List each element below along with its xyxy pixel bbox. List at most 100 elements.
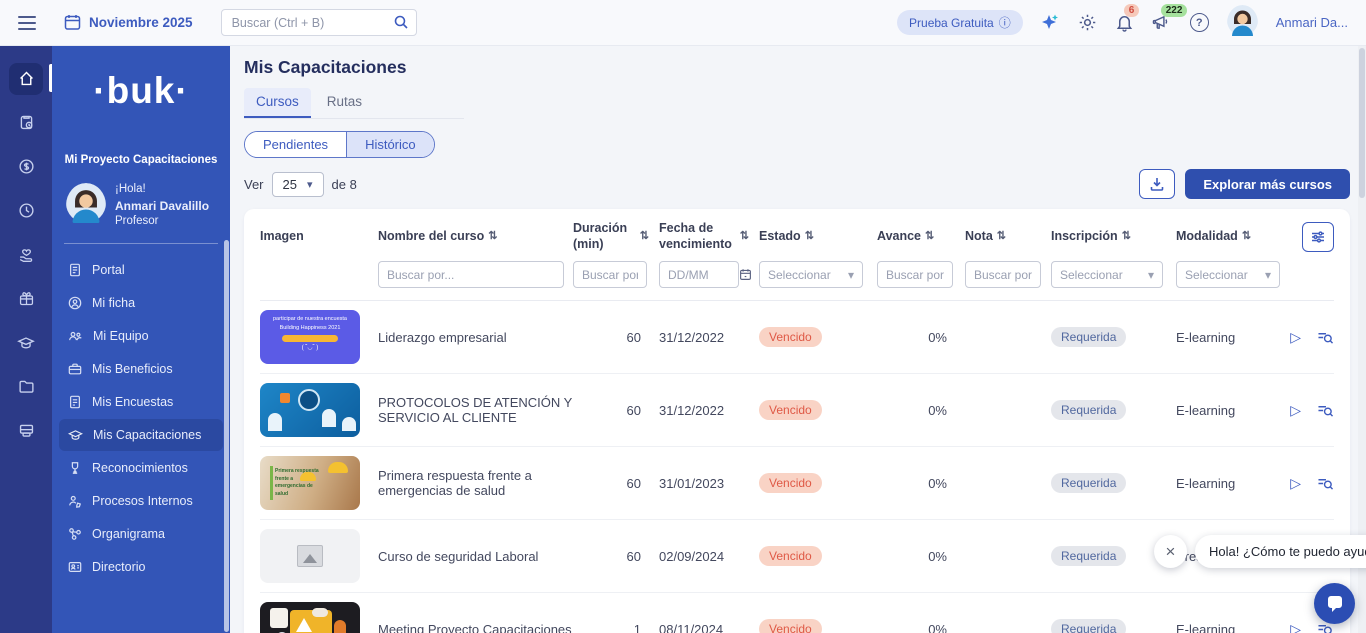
course-thumbnail bbox=[260, 383, 360, 437]
help-icon[interactable]: ? bbox=[1190, 13, 1209, 32]
sidebar-item-procesos-internos[interactable]: Procesos Internos bbox=[59, 485, 223, 517]
month-picker[interactable]: Noviembre 2025 bbox=[64, 14, 193, 31]
sidebar-item-label: Mis Encuestas bbox=[92, 395, 173, 409]
sidebar-item-mis-beneficios[interactable]: Mis Beneficios bbox=[59, 353, 223, 385]
chat-close-button[interactable]: × bbox=[1154, 535, 1187, 568]
course-details-button[interactable] bbox=[1317, 476, 1334, 491]
trial-badge[interactable]: Prueba Gratuita ⓘ bbox=[897, 10, 1023, 35]
toggle-historico[interactable]: Histórico bbox=[346, 132, 434, 157]
filter-inscripcion-select[interactable]: Seleccionar▾ bbox=[1051, 261, 1163, 288]
header-fecha[interactable]: Fecha de vencimiento⇅ bbox=[659, 221, 759, 252]
buk-logo: ·buk· bbox=[52, 70, 230, 112]
filter-fecha-input[interactable] bbox=[659, 261, 739, 288]
sort-icon[interactable]: ⇅ bbox=[740, 230, 749, 244]
sort-icon[interactable]: ⇅ bbox=[925, 230, 934, 244]
sidebar-item-directorio[interactable]: Directorio bbox=[59, 551, 223, 583]
sort-icon[interactable]: ⇅ bbox=[805, 230, 814, 244]
table-row: participar de nuestra encuesta Building … bbox=[260, 301, 1334, 374]
sidebar-item-mis-encuestas[interactable]: Mis Encuestas bbox=[59, 386, 223, 418]
rail-home-icon[interactable] bbox=[0, 60, 52, 97]
table-row: PROTOCOLOS DE ATENCIÓN Y SERVICIO AL CLI… bbox=[260, 374, 1334, 447]
sidebar-item-portal[interactable]: Portal bbox=[59, 254, 223, 286]
profile-block: ¡Hola! Anmari Davalillo Profesor bbox=[52, 166, 230, 241]
sidebar-item-organigrama[interactable]: Organigrama bbox=[59, 518, 223, 550]
enrollment-badge: Requerida bbox=[1051, 619, 1126, 633]
search-input[interactable] bbox=[221, 9, 417, 36]
toggle-pendientes[interactable]: Pendientes bbox=[245, 132, 346, 157]
rail-rewards-icon[interactable] bbox=[0, 280, 52, 317]
page-size-select[interactable]: 25 ▾ bbox=[272, 172, 324, 197]
sort-icon[interactable]: ⇅ bbox=[1242, 230, 1251, 244]
header-nombre[interactable]: Nombre del curso⇅ bbox=[378, 229, 573, 245]
status-badge: Vencido bbox=[759, 619, 822, 633]
menu-icon[interactable] bbox=[18, 16, 36, 30]
course-name: Meeting Proyecto Capacitaciones bbox=[378, 622, 573, 633]
chevron-down-icon: ▾ bbox=[1265, 268, 1271, 282]
rail-benefits-icon[interactable] bbox=[0, 236, 52, 273]
play-course-button[interactable]: ▷ bbox=[1290, 621, 1301, 633]
chevron-down-icon: ▾ bbox=[848, 268, 854, 282]
rail-training-icon[interactable] bbox=[0, 324, 52, 361]
document-icon bbox=[68, 263, 82, 277]
announcements-megaphone-icon[interactable]: 222 bbox=[1152, 13, 1172, 32]
filter-nombre-input[interactable] bbox=[378, 261, 564, 288]
calendar-icon bbox=[64, 14, 81, 31]
course-details-button[interactable] bbox=[1317, 330, 1334, 345]
rail-tasks-icon[interactable] bbox=[0, 104, 52, 141]
sidebar-item-mis-capacitaciones[interactable]: Mis Capacitaciones bbox=[59, 419, 223, 451]
filter-nota-input[interactable] bbox=[965, 261, 1041, 288]
ai-sparkle-icon[interactable] bbox=[1041, 13, 1060, 32]
explore-courses-button[interactable]: Explorar más cursos bbox=[1185, 169, 1350, 199]
user-avatar[interactable] bbox=[1227, 5, 1258, 41]
rail-payroll-icon[interactable] bbox=[0, 148, 52, 185]
course-details-button[interactable] bbox=[1317, 403, 1334, 418]
header-duracion[interactable]: Duración (min)⇅ bbox=[573, 221, 659, 252]
play-course-button[interactable]: ▷ bbox=[1290, 402, 1301, 419]
rail-assets-icon[interactable] bbox=[0, 412, 52, 449]
divider bbox=[64, 243, 218, 244]
header-nota[interactable]: Nota⇅ bbox=[965, 229, 1051, 245]
gear-icon[interactable] bbox=[1078, 13, 1097, 32]
play-course-button[interactable]: ▷ bbox=[1290, 475, 1301, 492]
sidebar-item-mi-equipo[interactable]: Mi Equipo bbox=[59, 320, 223, 352]
sort-icon[interactable]: ⇅ bbox=[997, 230, 1006, 244]
user-name[interactable]: Anmari Da... bbox=[1276, 15, 1348, 30]
filter-avance-input[interactable] bbox=[877, 261, 953, 288]
chat-launcher-button[interactable] bbox=[1314, 583, 1355, 624]
sort-icon[interactable]: ⇅ bbox=[488, 230, 497, 244]
enrollment-badge: Requerida bbox=[1051, 400, 1126, 420]
download-button[interactable] bbox=[1139, 169, 1175, 199]
status-badge: Vencido bbox=[759, 400, 822, 420]
course-thumbnail-placeholder bbox=[260, 529, 360, 583]
sort-icon[interactable]: ⇅ bbox=[640, 230, 649, 244]
filter-estado-select[interactable]: Seleccionar▾ bbox=[759, 261, 863, 288]
header-inscripcion[interactable]: Inscripción⇅ bbox=[1051, 229, 1176, 245]
sidebar-item-mi-ficha[interactable]: Mi ficha bbox=[59, 287, 223, 319]
rail-documents-icon[interactable] bbox=[0, 368, 52, 405]
filter-modalidad-select[interactable]: Seleccionar▾ bbox=[1176, 261, 1280, 288]
column-settings-button[interactable] bbox=[1302, 222, 1334, 252]
sidebar-scrollbar[interactable] bbox=[224, 240, 229, 632]
tab-cursos[interactable]: Cursos bbox=[244, 88, 311, 118]
graduation-cap-icon bbox=[68, 428, 83, 442]
notifications-bell-icon[interactable]: 6 bbox=[1115, 13, 1134, 32]
sort-icon[interactable]: ⇅ bbox=[1122, 230, 1131, 244]
search-icon[interactable] bbox=[393, 14, 409, 30]
calendar-icon[interactable] bbox=[739, 268, 752, 281]
rail-time-icon[interactable] bbox=[0, 192, 52, 229]
page-title: Mis Capacitaciones bbox=[244, 57, 1350, 78]
sidebar-item-label: Reconocimientos bbox=[92, 461, 188, 475]
header-estado[interactable]: Estado⇅ bbox=[759, 229, 877, 245]
table-header-row: Imagen Nombre del curso⇅ Duración (min)⇅… bbox=[260, 209, 1334, 252]
org-chart-icon bbox=[68, 527, 82, 541]
icon-rail bbox=[0, 46, 52, 633]
tab-rutas[interactable]: Rutas bbox=[315, 88, 374, 118]
filter-duracion-input[interactable] bbox=[573, 261, 647, 288]
chat-greeting-bubble[interactable]: Hola! ¿Cómo te puedo ayudar? bbox=[1195, 535, 1366, 568]
course-name: Liderazgo empresarial bbox=[378, 330, 573, 345]
header-avance[interactable]: Avance⇅ bbox=[877, 229, 965, 245]
sidebar-item-reconocimientos[interactable]: Reconocimientos bbox=[59, 452, 223, 484]
course-due-date: 31/12/2022 bbox=[659, 330, 759, 345]
play-course-button[interactable]: ▷ bbox=[1290, 329, 1301, 346]
header-modalidad[interactable]: Modalidad⇅ bbox=[1176, 229, 1288, 245]
